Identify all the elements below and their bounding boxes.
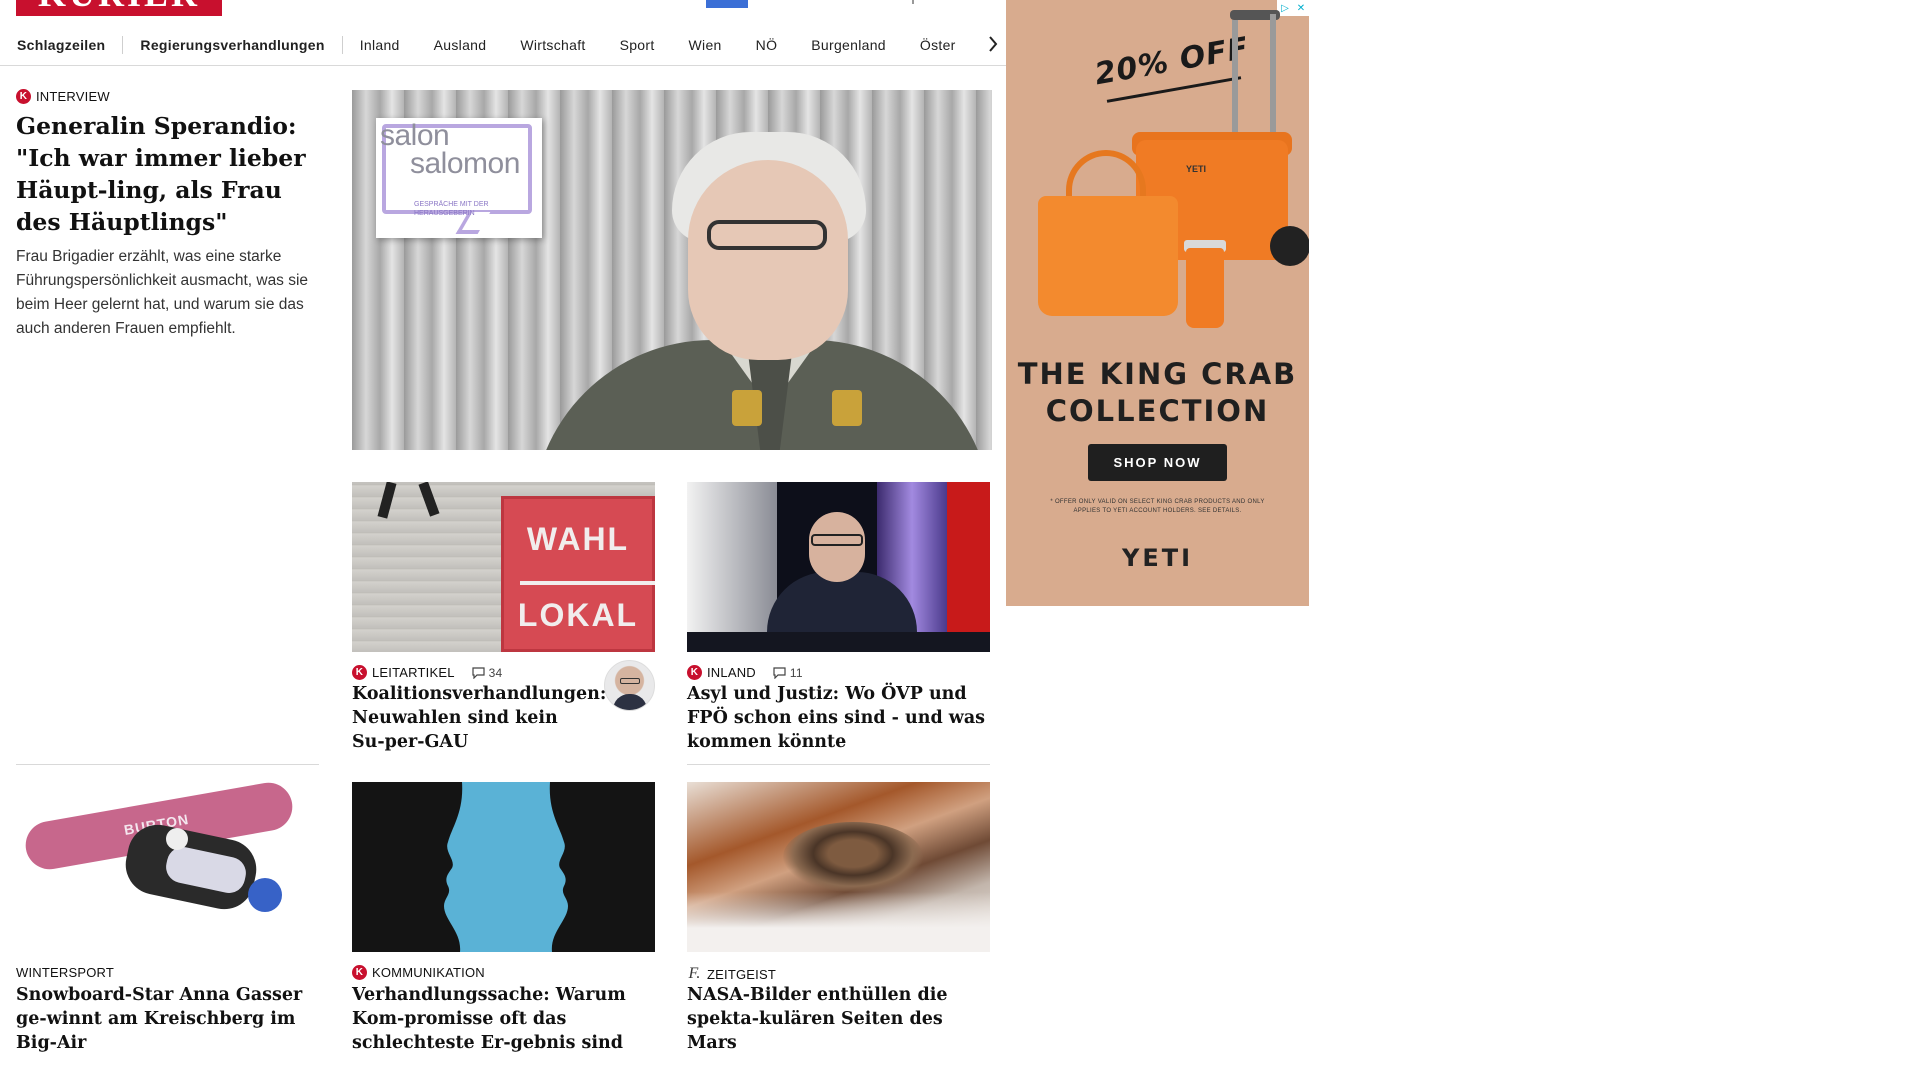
nav-item-inland[interactable]: Inland bbox=[343, 37, 417, 53]
comment-count[interactable]: 34 bbox=[472, 666, 503, 680]
kurier-k-badge-icon: K bbox=[687, 665, 702, 680]
article-image-silhouettes[interactable] bbox=[352, 782, 655, 952]
article-kicker: K LEITARTIKEL 34 bbox=[352, 665, 502, 680]
mars-clouds bbox=[687, 892, 990, 952]
kurier-k-badge-icon: K bbox=[352, 665, 367, 680]
comment-count-value: 34 bbox=[488, 665, 503, 680]
nav-item-ausland[interactable]: Ausland bbox=[417, 37, 504, 53]
cooler-handle-right bbox=[1270, 14, 1276, 140]
chevron-right-icon bbox=[989, 36, 998, 52]
nav-item-burgenland[interactable]: Burgenland bbox=[794, 37, 903, 53]
nav-item-regierungsverhandlungen[interactable]: Regierungsverhandlungen bbox=[123, 37, 341, 53]
ad-headline-line1: THE KING CRAB bbox=[1017, 357, 1298, 391]
avatar-shoulders bbox=[613, 694, 647, 710]
ad-fine-print: * OFFER ONLY VALID ON SELECT KING CRAB P… bbox=[1050, 499, 1265, 514]
ad-headline: THE KING CRAB COLLECTION bbox=[1006, 356, 1309, 430]
photo-background-red bbox=[947, 482, 990, 652]
nav-item-schlagzeilen[interactable]: Schlagzeilen bbox=[0, 37, 122, 53]
article-headline[interactable]: Asyl und Justiz: Wo ÖVP und FPÖ schon ei… bbox=[687, 682, 992, 754]
yeti-advertisement[interactable]: ▷ ✕ 20% OFF YETI THE KING CRAB COLLECTIO… bbox=[1006, 0, 1309, 606]
article-headline[interactable]: NASA-Bilder enthüllen die spekta-kulären… bbox=[687, 983, 997, 1055]
author-avatar[interactable] bbox=[604, 660, 655, 711]
article-image-snowboard[interactable]: BURTON bbox=[16, 782, 319, 952]
article-image-mars[interactable] bbox=[687, 782, 990, 952]
close-icon[interactable]: ✕ bbox=[1293, 0, 1309, 16]
lead-headline[interactable]: Generalin Sperandio: "Ich war immer lieb… bbox=[16, 110, 316, 238]
comment-count-value: 11 bbox=[789, 665, 803, 680]
article-kicker: f. ZEITGEIST bbox=[687, 965, 776, 983]
politician-glasses bbox=[811, 534, 863, 546]
mars-volcano bbox=[783, 822, 923, 892]
lead-teaser: Frau Brigadier erzählt, was eine starke … bbox=[16, 248, 309, 337]
nav-item-wien[interactable]: Wien bbox=[672, 37, 739, 53]
avatar-glasses bbox=[620, 678, 640, 684]
row-divider bbox=[687, 764, 990, 765]
nav-item-wirtschaft[interactable]: Wirtschaft bbox=[503, 37, 602, 53]
politician-head bbox=[809, 512, 865, 582]
article-image-wahllokal[interactable]: WAHL LOKAL bbox=[352, 482, 655, 652]
lead-kicker-label: INTERVIEW bbox=[36, 89, 110, 104]
cooler-wheel bbox=[1270, 226, 1309, 266]
portrait-face bbox=[688, 160, 848, 360]
portrait-glasses bbox=[707, 220, 827, 250]
article-kicker-label: INLAND bbox=[707, 665, 756, 680]
top-banner-fragment bbox=[706, 0, 748, 8]
pedestrian-leg bbox=[418, 482, 440, 517]
article-headline[interactable]: Koalitionsverhandlungen: Neuwahlen sind … bbox=[352, 682, 606, 754]
top-divider-fragment bbox=[912, 0, 914, 4]
yeti-logo: YETI bbox=[1121, 544, 1194, 572]
comment-icon bbox=[773, 666, 786, 679]
article-kicker: WINTERSPORT bbox=[16, 965, 114, 980]
nav-item-sport[interactable]: Sport bbox=[603, 37, 672, 53]
article-kicker: K INLAND 11 bbox=[687, 665, 803, 680]
article-headline[interactable]: Snowboard-Star Anna Gasser ge-winnt am K… bbox=[16, 983, 319, 1055]
article-headline[interactable]: Verhandlungssache: Warum Kom-promisse of… bbox=[352, 983, 662, 1055]
article-image-politician[interactable] bbox=[687, 482, 990, 652]
article-kicker: K KOMMUNIKATION bbox=[352, 965, 485, 980]
salon-logo-line2: salomon bbox=[410, 147, 520, 180]
lead-image[interactable]: salon salomon GESPRÄCHE MIT DER HERAUSGE… bbox=[352, 90, 992, 450]
ad-choices[interactable]: ▷ ✕ bbox=[1277, 0, 1309, 16]
ad-discount: 20% OFF bbox=[1092, 30, 1252, 93]
news-page: KURIER Schlagzeilen Regierungsverhandlun… bbox=[0, 0, 1920, 1080]
article-kicker-label: KOMMUNIKATION bbox=[372, 965, 485, 980]
rank-insignia-left bbox=[732, 390, 762, 426]
kurier-k-badge-icon: K bbox=[352, 965, 367, 980]
sign-text-lokal: LOKAL bbox=[517, 597, 639, 633]
snowboarder-helmet bbox=[248, 878, 282, 912]
cooler-label: YETI bbox=[1186, 164, 1207, 174]
salon-salomon-logo: salon salomon GESPRÄCHE MIT DER HERAUSGE… bbox=[376, 118, 542, 238]
futurezone-f-badge-icon: f. bbox=[688, 965, 701, 982]
salon-logo-line1: salon bbox=[380, 119, 450, 152]
lectern bbox=[687, 632, 990, 652]
article-kicker-label: ZEITGEIST bbox=[707, 966, 776, 982]
comment-icon bbox=[472, 666, 485, 679]
nav-item-noe[interactable]: NÖ bbox=[739, 37, 795, 53]
tumbler-product-image bbox=[1186, 248, 1224, 328]
wahllokal-sign: WAHL LOKAL bbox=[501, 496, 655, 652]
kurier-k-badge-icon: K bbox=[16, 89, 31, 104]
nav-item-oesterreich[interactable]: Öster bbox=[903, 37, 973, 53]
photo-background-left bbox=[687, 482, 777, 652]
sign-arrow-shaft bbox=[520, 581, 655, 585]
snowboarder-glove bbox=[166, 828, 188, 850]
lead-kicker: K INTERVIEW bbox=[16, 89, 110, 104]
cooler-handle-left bbox=[1232, 20, 1238, 140]
row-divider bbox=[16, 764, 319, 765]
facing-silhouettes-illustration bbox=[352, 782, 655, 952]
salon-logo-subtitle: GESPRÄCHE MIT DER HERAUSGEBERIN bbox=[414, 201, 489, 217]
tote-bag-product-image bbox=[1038, 196, 1178, 316]
sign-text-wahl: WAHL bbox=[526, 521, 630, 557]
rank-insignia-right bbox=[832, 390, 862, 426]
kurier-logo[interactable]: KURIER bbox=[16, 0, 222, 16]
comment-count[interactable]: 11 bbox=[773, 666, 803, 680]
article-kicker-label: WINTERSPORT bbox=[16, 965, 115, 980]
ad-headline-line2: COLLECTION bbox=[1045, 394, 1270, 428]
pedestrian-leg bbox=[377, 482, 397, 519]
article-kicker-label: LEITARTIKEL bbox=[372, 665, 455, 680]
nav-scroll-right-button[interactable] bbox=[976, 32, 998, 56]
section-nav: Schlagzeilen Regierungsverhandlungen Inl… bbox=[0, 24, 1006, 66]
shop-now-button[interactable]: SHOP NOW bbox=[1088, 444, 1227, 481]
